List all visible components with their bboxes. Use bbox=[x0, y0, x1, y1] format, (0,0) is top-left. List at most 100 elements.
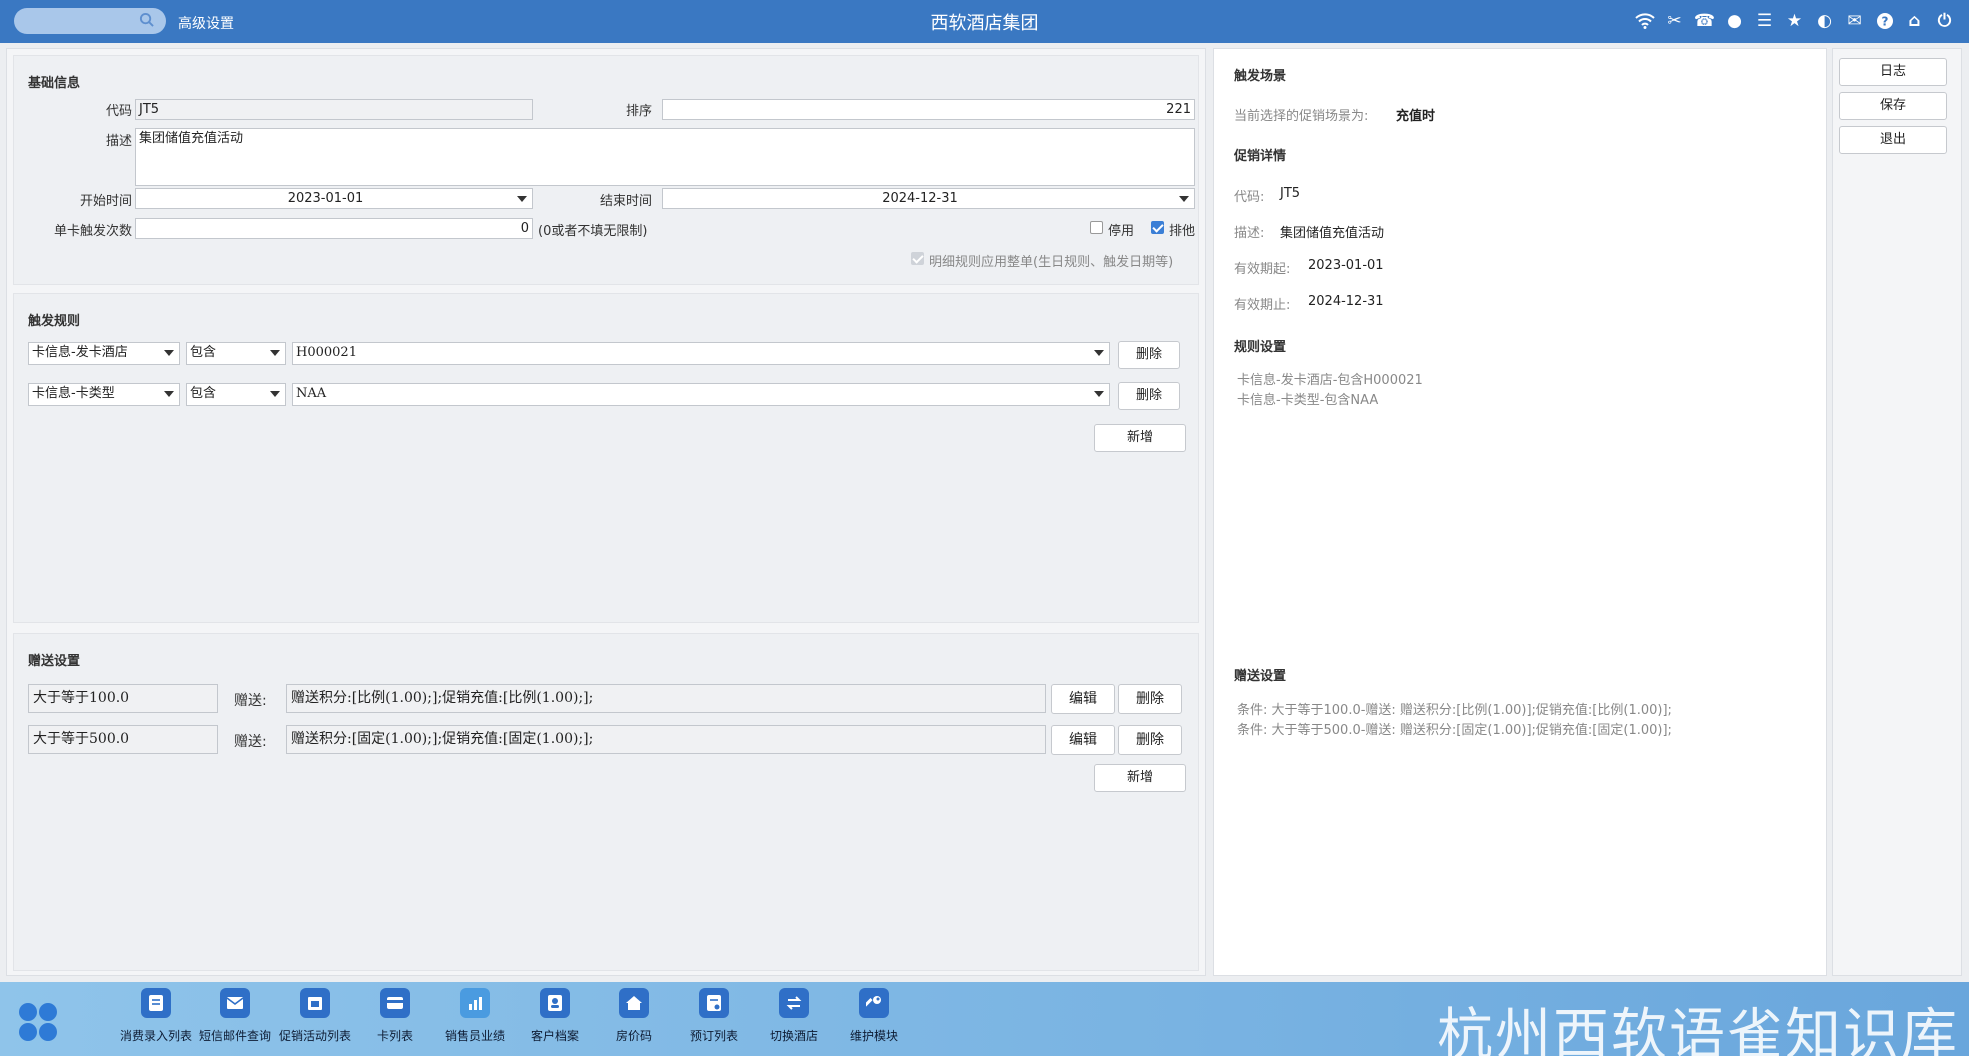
gift-condition-field[interactable]: 大于等于100.0 bbox=[28, 684, 218, 713]
wrench-icon bbox=[859, 988, 889, 1018]
nav-label: 销售员业绩 bbox=[444, 1029, 505, 1043]
rule-value-text: NAA bbox=[296, 386, 327, 401]
chevron-down-icon[interactable] bbox=[164, 350, 174, 356]
trigger-count-field[interactable]: 0 bbox=[135, 218, 533, 239]
end-date-picker[interactable]: 2024-12-31 bbox=[662, 188, 1195, 209]
save-button[interactable]: 保存 bbox=[1839, 92, 1947, 120]
phone-icon[interactable]: ☎ bbox=[1694, 10, 1715, 31]
menu-icon[interactable]: ☰ bbox=[1754, 10, 1775, 31]
summary-panel: 触发场景 当前选择的促销场景为: 充值时 促销详情 代码: JT5 描述: 集团… bbox=[1213, 48, 1827, 976]
nav-consumption-list[interactable]: 消费录入列表 bbox=[115, 988, 197, 1044]
end-time-label: 结束时间 bbox=[599, 194, 652, 209]
start-date-value: 2023-01-01 bbox=[287, 191, 364, 206]
chevron-down-icon[interactable] bbox=[270, 350, 280, 356]
nav-switch-hotel[interactable]: 切换酒店 bbox=[753, 988, 835, 1044]
rule-summary-line: 卡信息-发卡酒店-包含H000021 bbox=[1237, 373, 1423, 388]
chevron-down-icon[interactable] bbox=[1179, 196, 1189, 202]
nav-customer-profile[interactable]: 客户档案 bbox=[514, 988, 596, 1044]
add-gift-button[interactable]: 新增 bbox=[1094, 764, 1186, 792]
code-field[interactable]: JT5 bbox=[135, 99, 533, 120]
nav-rate-code[interactable]: 房价码 bbox=[593, 988, 675, 1044]
exit-button[interactable]: 退出 bbox=[1839, 126, 1947, 154]
rule-value-select[interactable]: NAA bbox=[292, 383, 1110, 406]
log-button[interactable]: 日志 bbox=[1839, 58, 1947, 86]
gift-condition-field[interactable]: 大于等于500.0 bbox=[28, 725, 218, 754]
scene-value: 充值时 bbox=[1396, 109, 1436, 124]
search-box[interactable] bbox=[14, 8, 166, 34]
gift-summary-line: 条件: 大于等于500.0-赠送: 赠送积分:[固定(1.00)];促销充值:[… bbox=[1237, 723, 1672, 738]
chevron-down-icon[interactable] bbox=[270, 391, 280, 397]
detail-rule-checkbox[interactable] bbox=[911, 252, 924, 265]
booking-icon bbox=[699, 988, 729, 1018]
trigger-count-hint: (0或者不填无限制) bbox=[538, 224, 648, 239]
rule-field-select[interactable]: 卡信息-发卡酒店 bbox=[28, 342, 180, 365]
search-icon[interactable] bbox=[139, 12, 154, 27]
delete-rule-button[interactable]: 删除 bbox=[1118, 341, 1180, 369]
desc-field[interactable]: 集团储值充值活动 bbox=[135, 128, 1195, 186]
gift-detail-field[interactable]: 赠送积分:[比例(1.00);];促销充值:[比例(1.00);]; bbox=[286, 684, 1046, 713]
delete-rule-button[interactable]: 删除 bbox=[1118, 382, 1180, 410]
sort-field[interactable]: 221 bbox=[662, 99, 1195, 120]
trigger-scene-title: 触发场景 bbox=[1234, 69, 1287, 84]
rule-value-text: H000021 bbox=[296, 345, 357, 360]
rule-op-value: 包含 bbox=[190, 386, 217, 401]
give-label: 赠送: bbox=[234, 734, 267, 750]
desc-key: 描述: bbox=[1234, 226, 1265, 241]
mail-icon bbox=[220, 988, 250, 1018]
chevron-down-icon[interactable] bbox=[164, 391, 174, 397]
delete-gift-button[interactable]: 删除 bbox=[1118, 725, 1182, 755]
help-icon[interactable]: ? bbox=[1874, 10, 1895, 31]
house-icon bbox=[619, 988, 649, 1018]
advanced-settings-link[interactable]: 高级设置 bbox=[178, 13, 234, 33]
trigger-rules-section: 触发规则 卡信息-发卡酒店 包含 H000021 删除 卡信息-卡类型 包含 N… bbox=[13, 293, 1199, 623]
code-val: JT5 bbox=[1280, 186, 1301, 201]
nav-maintenance[interactable]: 维护模块 bbox=[833, 988, 915, 1044]
home-icon[interactable]: ⌂ bbox=[1904, 10, 1925, 31]
nav-card-list[interactable]: 卡列表 bbox=[354, 988, 436, 1044]
delete-gift-button[interactable]: 删除 bbox=[1118, 684, 1182, 714]
edit-gift-button[interactable]: 编辑 bbox=[1051, 725, 1115, 755]
edit-gift-button[interactable]: 编辑 bbox=[1051, 684, 1115, 714]
nav-label: 房价码 bbox=[615, 1029, 652, 1043]
trigger-count-label: 单卡触发次数 bbox=[53, 224, 132, 239]
app-logo-icon[interactable] bbox=[16, 1000, 60, 1044]
chart-icon bbox=[460, 988, 490, 1018]
start-date-picker[interactable]: 2023-01-01 bbox=[135, 188, 533, 209]
chevron-down-icon[interactable] bbox=[1094, 350, 1104, 356]
rule-field-select[interactable]: 卡信息-卡类型 bbox=[28, 383, 180, 406]
sort-label: 排序 bbox=[625, 104, 652, 119]
toolbar-icons: ✂ ☎ ● ☰ ★ ◐ ✉ ? ⌂ ⏻ bbox=[1634, 10, 1955, 31]
exclusive-checkbox[interactable] bbox=[1151, 221, 1164, 234]
nav-sms-mail[interactable]: 短信邮件查询 bbox=[194, 988, 276, 1044]
nav-label: 促销活动列表 bbox=[278, 1029, 351, 1043]
palette-icon[interactable]: ● bbox=[1724, 10, 1745, 31]
end-date-value: 2024-12-31 bbox=[882, 191, 958, 206]
power-icon[interactable]: ⏻ bbox=[1934, 10, 1955, 31]
promo-detail-title: 促销详情 bbox=[1234, 149, 1287, 164]
profile-icon bbox=[540, 988, 570, 1018]
scene-text: 当前选择的促销场景为: bbox=[1234, 109, 1369, 124]
nav-booking-list[interactable]: 预订列表 bbox=[673, 988, 755, 1044]
mail-icon[interactable]: ✉ bbox=[1844, 10, 1865, 31]
disable-checkbox[interactable] bbox=[1090, 221, 1103, 234]
moon-icon[interactable]: ◐ bbox=[1814, 10, 1835, 31]
star-icon[interactable]: ★ bbox=[1784, 10, 1805, 31]
rule-field-value: 卡信息-卡类型 bbox=[32, 386, 115, 401]
add-rule-button[interactable]: 新增 bbox=[1094, 424, 1186, 452]
code-label: 代码 bbox=[105, 104, 132, 119]
wifi-icon[interactable] bbox=[1634, 10, 1655, 31]
chevron-down-icon[interactable] bbox=[1094, 391, 1104, 397]
chevron-down-icon[interactable] bbox=[517, 196, 527, 202]
nav-sales-performance[interactable]: 销售员业绩 bbox=[434, 988, 516, 1044]
tools-icon[interactable]: ✂ bbox=[1664, 10, 1685, 31]
disable-label: 停用 bbox=[1108, 224, 1135, 239]
gift-settings-section: 赠送设置 大于等于100.0 赠送: 赠送积分:[比例(1.00);];促销充值… bbox=[13, 633, 1199, 971]
action-panel: 日志 保存 退出 bbox=[1832, 48, 1962, 976]
nav-promo-list[interactable]: 促销活动列表 bbox=[274, 988, 356, 1044]
give-label: 赠送: bbox=[234, 693, 267, 709]
main-form: 基础信息 代码 JT5 排序 221 描述 集团储值充值活动 开始时间 2023… bbox=[6, 48, 1206, 976]
rule-op-select[interactable]: 包含 bbox=[186, 383, 286, 406]
rule-value-select[interactable]: H000021 bbox=[292, 342, 1110, 365]
rule-op-select[interactable]: 包含 bbox=[186, 342, 286, 365]
gift-detail-field[interactable]: 赠送积分:[固定(1.00);];促销充值:[固定(1.00);]; bbox=[286, 725, 1046, 754]
